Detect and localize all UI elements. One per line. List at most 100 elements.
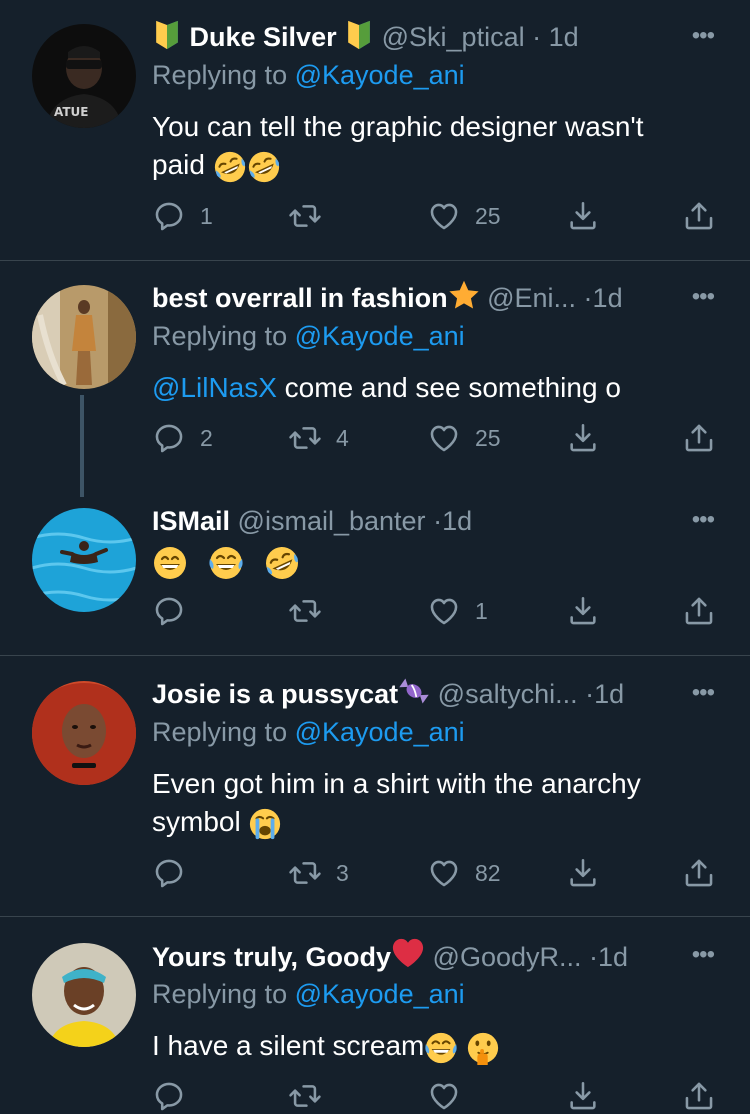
retweet-button[interactable]: 3 <box>288 855 349 891</box>
reply-button[interactable]: 2 <box>152 420 213 456</box>
tweet-actions: 3 82 <box>152 855 722 891</box>
retweet-button[interactable]: 4 <box>288 420 349 456</box>
timestamp[interactable]: 1d <box>593 283 623 313</box>
replying-to: Replying to @Kayode_ani <box>152 60 465 91</box>
replying-to: Replying to @Kayode_ani <box>152 717 465 748</box>
bookmark-button[interactable] <box>566 593 600 629</box>
tweet-text: I have a silent scream <box>152 1027 712 1065</box>
retweet-icon <box>288 856 322 890</box>
share-icon <box>682 594 716 628</box>
svg-text:ATUE: ATUE <box>54 105 88 119</box>
reply-button[interactable] <box>152 1078 186 1114</box>
replying-to-prefix: Replying to <box>152 321 288 351</box>
shushing-emoji-icon <box>466 1031 500 1065</box>
share-button[interactable] <box>682 855 716 891</box>
avatar[interactable] <box>32 508 136 612</box>
star-emoji-icon <box>448 279 480 311</box>
tweet-ismail[interactable]: ISMail @ismail_banter ·1d ••• 1 <box>0 500 750 645</box>
mention-link[interactable]: @LilNasX <box>152 372 277 403</box>
handle[interactable]: @Eni... <box>487 283 576 313</box>
tweet-header: best overrall in fashion @Eni... ·1d <box>152 278 623 318</box>
tweet-header: Yours truly, Goody @GoodyR... ·1d <box>152 936 628 976</box>
rofl-emoji-icon <box>213 150 247 184</box>
reply-button[interactable]: 1 <box>152 198 213 234</box>
display-name[interactable]: ISMail <box>152 506 230 536</box>
more-icon[interactable]: ••• <box>692 500 715 540</box>
tweet-text-line: come and see something o <box>276 372 621 403</box>
bookmark-button[interactable] <box>566 420 600 456</box>
like-button[interactable]: 25 <box>427 198 501 234</box>
display-name[interactable]: Josie is a pussycat <box>152 679 398 709</box>
handle[interactable]: @GoodyR... <box>433 942 582 972</box>
tweet-yours-truly-goody[interactable]: Yours truly, Goody @GoodyR... ·1d ••• Re… <box>0 935 750 1087</box>
like-count: 82 <box>475 859 501 886</box>
avatar[interactable]: ATUE <box>32 24 136 128</box>
bookmark-icon <box>566 421 600 455</box>
more-icon[interactable]: ••• <box>692 673 715 713</box>
tweet-text: You can tell the graphic designer wasn't… <box>152 108 712 184</box>
retweet-count: 4 <box>336 424 349 451</box>
like-button[interactable]: 82 <box>427 855 501 891</box>
more-icon[interactable]: ••• <box>692 935 715 975</box>
handle[interactable]: @Ski_ptical <box>382 22 525 52</box>
replying-to-mention[interactable]: @Kayode_ani <box>295 321 465 351</box>
tweet-text-line: paid <box>152 146 712 184</box>
tweet-text <box>152 542 712 581</box>
replying-to-mention[interactable]: @Kayode_ani <box>295 717 465 747</box>
share-button[interactable] <box>682 198 716 234</box>
share-icon <box>682 856 716 890</box>
joy-emoji-icon <box>208 545 244 581</box>
retweet-button[interactable] <box>288 593 336 629</box>
share-button[interactable] <box>682 1078 716 1114</box>
display-name[interactable]: Duke Silver <box>190 22 337 52</box>
avatar[interactable] <box>32 681 136 785</box>
separator-dot: · <box>589 942 599 972</box>
share-icon <box>682 421 716 455</box>
avatar[interactable] <box>32 943 136 1047</box>
display-name[interactable]: best overrall in fashion <box>152 283 448 313</box>
tweet-text-line: symbol <box>152 803 712 841</box>
bookmark-button[interactable] <box>566 1078 600 1114</box>
avatar[interactable] <box>32 285 136 389</box>
reply-button[interactable] <box>152 593 200 629</box>
tweet-divider <box>0 655 750 656</box>
retweet-button[interactable] <box>288 198 336 234</box>
retweet-icon <box>288 199 322 233</box>
share-button[interactable] <box>682 593 716 629</box>
replying-to: Replying to @Kayode_ani <box>152 979 465 1010</box>
bookmark-button[interactable] <box>566 198 600 234</box>
display-name[interactable]: Yours truly, Goody <box>152 942 391 972</box>
timestamp[interactable]: 1d <box>549 22 579 52</box>
like-icon <box>427 594 461 628</box>
separator-dot: · <box>583 283 593 313</box>
tweet-actions: 1 <box>152 593 722 629</box>
like-button[interactable]: 25 <box>427 420 501 456</box>
bookmark-icon <box>566 856 600 890</box>
handle[interactable]: @saltychi... <box>438 679 578 709</box>
retweet-icon <box>288 1079 322 1113</box>
timestamp[interactable]: 1d <box>598 942 628 972</box>
bookmark-button[interactable] <box>566 855 600 891</box>
timestamp[interactable]: 1d <box>594 679 624 709</box>
beginner-badge-icon <box>152 20 182 50</box>
retweet-button[interactable] <box>288 1078 322 1114</box>
heart-emoji-icon <box>391 936 425 970</box>
share-button[interactable] <box>682 420 716 456</box>
tweet-josie-is-a-pussycat[interactable]: Josie is a pussycat @saltychi... ·1d •••… <box>0 673 750 903</box>
more-icon[interactable]: ••• <box>692 16 715 56</box>
tweet-best-overrall-in-fashion[interactable]: best overrall in fashion @Eni... ·1d •••… <box>0 277 750 497</box>
tweet-duke-silver[interactable]: ATUE Duke Silver @Ski_ptical · 1d ••• Re… <box>0 16 750 252</box>
reply-icon <box>152 421 186 455</box>
more-icon[interactable]: ••• <box>692 277 715 317</box>
replying-to-mention[interactable]: @Kayode_ani <box>295 979 465 1009</box>
replying-to-mention[interactable]: @Kayode_ani <box>295 60 465 90</box>
reply-button[interactable] <box>152 855 200 891</box>
handle[interactable]: @ismail_banter <box>238 506 426 536</box>
timestamp[interactable]: 1d <box>442 506 472 536</box>
beginner-badge-icon <box>344 20 374 50</box>
rofl-emoji-icon <box>247 150 281 184</box>
like-button[interactable]: 1 <box>427 593 488 629</box>
sob-emoji-icon <box>248 807 282 841</box>
like-button[interactable] <box>427 1078 461 1114</box>
retweet-icon <box>288 594 322 628</box>
